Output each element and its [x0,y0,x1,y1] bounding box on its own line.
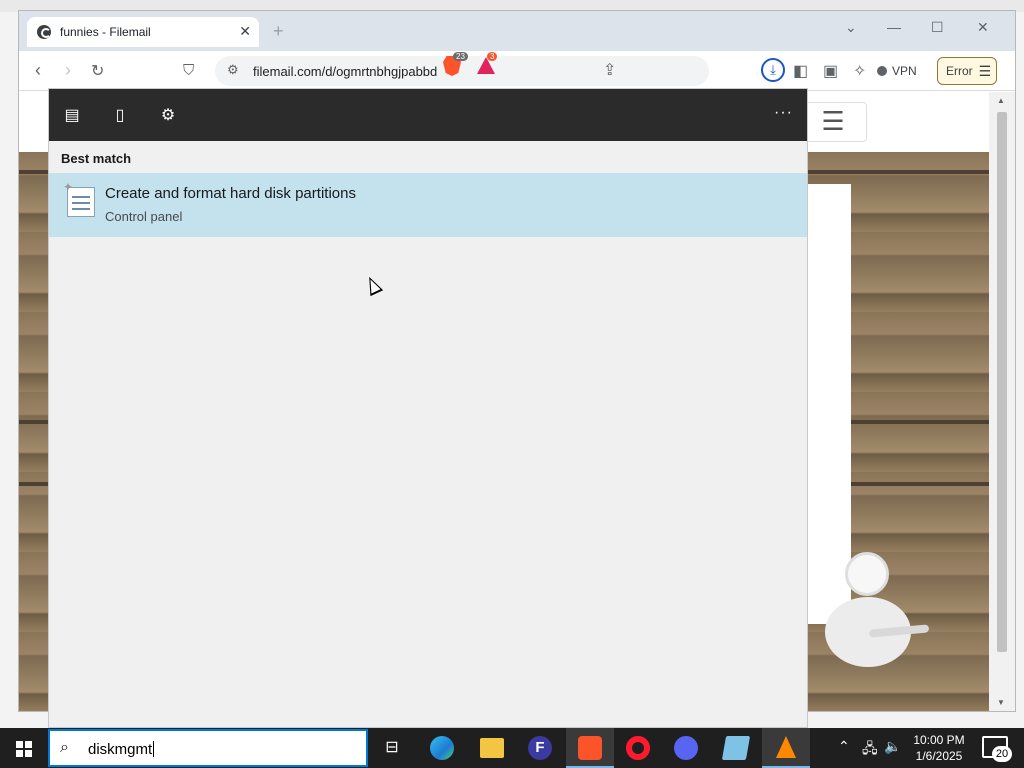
search-icon: ⌕ [60,739,69,756]
discord-button[interactable] [662,728,710,768]
scroll-down-icon[interactable]: ▼ [997,698,1005,707]
apps-filter-icon[interactable]: ▤ [61,105,83,125]
tab-strip: funnies - Filemail ✕ + ⌄ — ☐ ✕ [19,11,1015,51]
filezilla-icon: F [528,736,552,760]
windows-logo-icon [16,741,23,748]
edge-icon [430,736,454,760]
clock-date: 1/6/2025 [915,749,963,763]
clock-time: 10:00 PM [913,733,965,747]
notepad-icon [721,736,751,760]
browser-toolbar: ‹ › ↻ ⛉ ⚙ filemail.com/d/ogmrtnbhgjpabbd… [19,51,1015,91]
notification-count: 20 [992,746,1012,762]
taskbar-search-input[interactable]: ⌕ diskmgmt [48,729,368,767]
edge-button[interactable] [418,728,466,768]
best-match-heading: Best match [61,151,132,166]
tab-search-chevron-icon[interactable]: ⌄ [845,19,857,36]
wallet-icon[interactable]: ▣ [823,61,838,81]
tab-close-icon[interactable]: ✕ [239,23,251,40]
share-icon[interactable]: ⇪ [603,60,616,80]
site-hamburger-icon[interactable]: ☰ [799,102,867,142]
site-info-icon[interactable]: ⚙ [227,62,239,78]
show-hidden-icons-icon[interactable]: ⌃ [838,738,850,755]
search-query: diskmgmt [88,741,155,758]
start-search-panel: ▤ ▯ ⚙ ··· Best match ✦ Create and format… [48,88,808,728]
text-caret [153,741,155,757]
filezilla-button[interactable]: F [516,728,564,768]
error-menu-button[interactable]: Error ☰ [937,57,997,85]
back-icon[interactable]: ‹ [35,60,41,81]
more-options-icon[interactable]: ··· [774,104,793,122]
volume-icon[interactable]: 🔈 [884,738,901,755]
scroll-up-icon[interactable]: ▲ [997,96,1005,105]
vpn-label: VPN [892,64,917,78]
maximize-icon[interactable]: ☐ [931,19,944,36]
bookmark-icon[interactable]: ⛉ [183,62,194,79]
sidebar-icon[interactable]: ◧ [793,61,808,81]
reload-icon[interactable]: ↻ [91,61,104,81]
vlc-icon [776,736,796,758]
discord-icon [674,736,698,760]
windows-logo-icon [25,750,32,757]
tab-filemail[interactable]: funnies - Filemail ✕ [27,17,259,47]
scrollbar-thumb[interactable] [997,112,1007,652]
vpn-status-icon [877,66,887,76]
brave-taskbar-button[interactable] [566,728,614,768]
search-query-text: diskmgmt [88,741,153,758]
brave-icon [578,736,602,760]
disk-management-icon: ✦ [63,180,95,217]
clock[interactable]: 10:00 PM 1/6/2025 [906,732,972,764]
network-icon[interactable]: 🖧 [862,738,878,762]
close-window-icon[interactable]: ✕ [977,19,989,36]
search-filter-bar: ▤ ▯ ⚙ ··· [49,89,807,141]
minimize-icon[interactable]: — [887,19,901,35]
best-match-result[interactable]: ✦ Create and format hard disk partitions… [49,173,807,237]
sparkle-icon: ✦ [63,180,74,194]
filemail-favicon-icon [37,25,51,39]
coffee-cup-image [845,552,889,596]
result-subtitle: Control panel [105,209,183,224]
vlc-button[interactable] [762,728,810,768]
folder-icon [480,738,504,758]
start-button[interactable] [0,728,48,768]
page-card [805,184,851,624]
task-view-button[interactable]: ⊟ [368,728,416,768]
notepad-button[interactable] [712,728,760,768]
windows-logo-icon [16,750,23,757]
forward-icon[interactable]: › [65,60,71,81]
error-label: Error [946,64,973,78]
settings-filter-icon[interactable]: ⚙ [157,105,179,125]
vpn-button[interactable]: VPN [877,59,917,83]
windows-logo-icon [25,741,32,748]
documents-filter-icon[interactable]: ▯ [109,105,131,125]
tab-title: funnies - Filemail [60,25,151,39]
menu-icon: ☰ [978,62,992,79]
result-title: Create and format hard disk partitions [105,185,356,202]
leo-ai-icon[interactable]: ✧ [853,61,866,81]
download-icon[interactable]: ⤓ [761,58,785,82]
brave-shields-count: 23 [453,52,468,61]
opera-icon [626,736,650,760]
new-tab-icon[interactable]: + [273,21,284,42]
url-text: filemail.com/d/ogmrtnbhgjpabbd [253,64,438,79]
task-view-icon: ⊟ [385,739,399,756]
opera-button[interactable] [614,728,662,768]
file-explorer-button[interactable] [468,728,516,768]
taskbar: ⌕ diskmgmt ⊟ F ⌃ 🖧 🔈 10:00 PM 1/6/2025 2… [0,728,1024,768]
vertical-scrollbar[interactable]: ▲ ▼ [989,92,1015,711]
